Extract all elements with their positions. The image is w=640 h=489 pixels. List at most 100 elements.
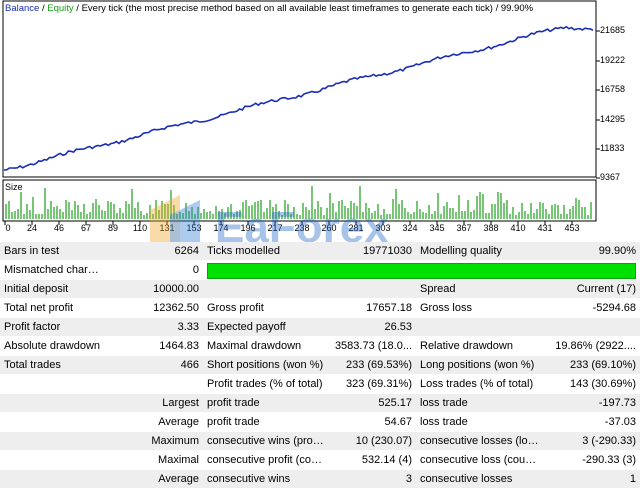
x-axis-label: 110 <box>132 223 148 233</box>
y-axis-label: 9367 <box>600 172 621 182</box>
size-label: Size <box>5 182 23 192</box>
report-cell: Gross profit <box>203 298 328 318</box>
x-axis-label: 131 <box>159 223 175 233</box>
report-row: Average profit trade 54.67 loss trade -37.03 <box>0 412 640 432</box>
report-cell: 1464.83 <box>105 336 203 356</box>
x-axis-label: 388 <box>483 223 499 233</box>
report-cell <box>105 374 203 394</box>
report-cell: consecutive loss (count ... <box>416 450 543 470</box>
report-cell: Total net profit <box>0 298 105 318</box>
report-table-container: Bars in test 6264 Ticks modelled 19771030 Mo… <box>0 242 640 489</box>
report-cell: Short positions (won %) <box>203 355 328 375</box>
report-cell: 3583.73 (18.0... <box>328 336 416 356</box>
report-cell: 143 (30.69%) <box>543 374 640 394</box>
report-row: Absolute drawdown 1464.83 Maximal drawdown… <box>0 336 640 356</box>
balance-plot-frame <box>2 0 597 178</box>
report-cell: Spread <box>416 279 543 299</box>
report-cell: 17657.18 <box>328 298 416 318</box>
report-row: Profit trades (% of total) 323 (69.31%) Lo… <box>0 374 640 394</box>
report-cell: 19.86% (2922.... <box>543 336 640 356</box>
x-axis-label: 453 <box>564 223 580 233</box>
report-cell: consecutive wins <box>203 469 328 489</box>
report-row: Total net profit 12362.50 Gross profit 1765… <box>0 298 640 318</box>
report-cell: -197.73 <box>543 393 640 413</box>
report-row: Average consecutive wins 3 consecutive loss… <box>0 469 640 489</box>
x-axis-label: 431 <box>537 223 553 233</box>
x-axis-label: 67 <box>80 223 92 233</box>
report-cell: Maximum <box>105 431 203 451</box>
report-cell: 233 (69.53%) <box>328 355 416 375</box>
report-cell <box>416 317 543 337</box>
report-cell: Profit trades (% of total) <box>203 374 328 394</box>
report-cell: 6264 <box>105 242 203 261</box>
report-cell: Relative drawdown <box>416 336 543 356</box>
report-cell: Current (17) <box>543 279 640 299</box>
report-row: Maximum consecutive wins (profit i... 10 (… <box>0 431 640 451</box>
report-cell: Average <box>105 412 203 432</box>
report-row: Initial deposit 10000.00 Spread Current (17… <box>0 279 640 299</box>
x-axis-label: 174 <box>213 223 229 233</box>
legend-description: / Every tick (the most precise method ba… <box>73 3 534 14</box>
report-row: Maximal consecutive profit (coun... 532.14… <box>0 450 640 470</box>
x-axis-label: 367 <box>456 223 472 233</box>
x-axis-label: 345 <box>429 223 445 233</box>
report-cell: -5294.68 <box>543 298 640 318</box>
report-row: Total trades 466 Short positions (won %) 23… <box>0 355 640 375</box>
graph-legend: Balance / Equity / Every tick (the most … <box>5 3 533 14</box>
x-axis-label: 0 <box>5 223 11 233</box>
x-axis-label: 303 <box>375 223 391 233</box>
report-cell <box>328 279 416 299</box>
report-cell: 54.67 <box>328 412 416 432</box>
report-cell: consecutive profit (coun... <box>203 450 328 470</box>
report-cell: 12362.50 <box>105 298 203 318</box>
report-cell: Gross loss <box>416 298 543 318</box>
report-cell: Maximal drawdown <box>203 336 328 356</box>
report-cell: 26.53 <box>328 317 416 337</box>
y-axis-label: 21685 <box>600 25 626 35</box>
report-cell <box>0 469 105 489</box>
y-axis-label: 16758 <box>600 84 626 94</box>
report-cell: -37.03 <box>543 412 640 432</box>
report-cell: 233 (69.10%) <box>543 355 640 375</box>
report-cell: -290.33 (3) <box>543 450 640 470</box>
report-cell <box>0 374 105 394</box>
report-cell: 466 <box>105 355 203 375</box>
backtest-graph: Balance / Equity / Every tick (the most … <box>0 0 640 242</box>
report-cell <box>0 450 105 470</box>
x-axis-label: 217 <box>267 223 283 233</box>
report-cell <box>0 412 105 432</box>
report-cell: loss trade <box>416 412 543 432</box>
y-axis-label: 19222 <box>600 55 626 65</box>
report-cell: 3 (-290.33) <box>543 431 640 451</box>
report-cell: Expected payoff <box>203 317 328 337</box>
report-cell: profit trade <box>203 412 328 432</box>
report-cell: Average <box>105 469 203 489</box>
legend-equity: Equity <box>47 3 74 14</box>
report-cell <box>203 279 328 299</box>
report-cell: 3 <box>328 469 416 489</box>
modelling-quality-bar <box>207 262 636 279</box>
report-row: Largest profit trade 525.17 loss trade -197.… <box>0 393 640 413</box>
x-axis-label: 24 <box>26 223 38 233</box>
report-cell: 99.90% <box>543 242 640 261</box>
report-cell: 10000.00 <box>105 279 203 299</box>
y-axis-label: 14295 <box>600 114 626 124</box>
x-axis-label: 238 <box>294 223 310 233</box>
x-axis-label: 281 <box>348 223 364 233</box>
legend-balance: Balance <box>5 3 40 14</box>
report-cell <box>0 393 105 413</box>
report-cell: Mismatched charts e... <box>0 260 105 280</box>
x-axis-label: 324 <box>402 223 418 233</box>
report-table: Bars in test 6264 Ticks modelled 19771030 Mo… <box>0 242 640 489</box>
report-cell <box>543 317 640 337</box>
report-cell: 525.17 <box>328 393 416 413</box>
report-cell: 323 (69.31%) <box>328 374 416 394</box>
y-axis-label: 11833 <box>600 143 625 153</box>
report-cell <box>0 431 105 451</box>
report-cell: loss trade <box>416 393 543 413</box>
report-cell: Ticks modelled <box>203 242 328 261</box>
modelling-quality-bar-cell <box>203 260 640 280</box>
graph-canvas <box>2 0 600 225</box>
x-axis-label: 46 <box>53 223 65 233</box>
report-cell: consecutive losses <box>416 469 543 489</box>
